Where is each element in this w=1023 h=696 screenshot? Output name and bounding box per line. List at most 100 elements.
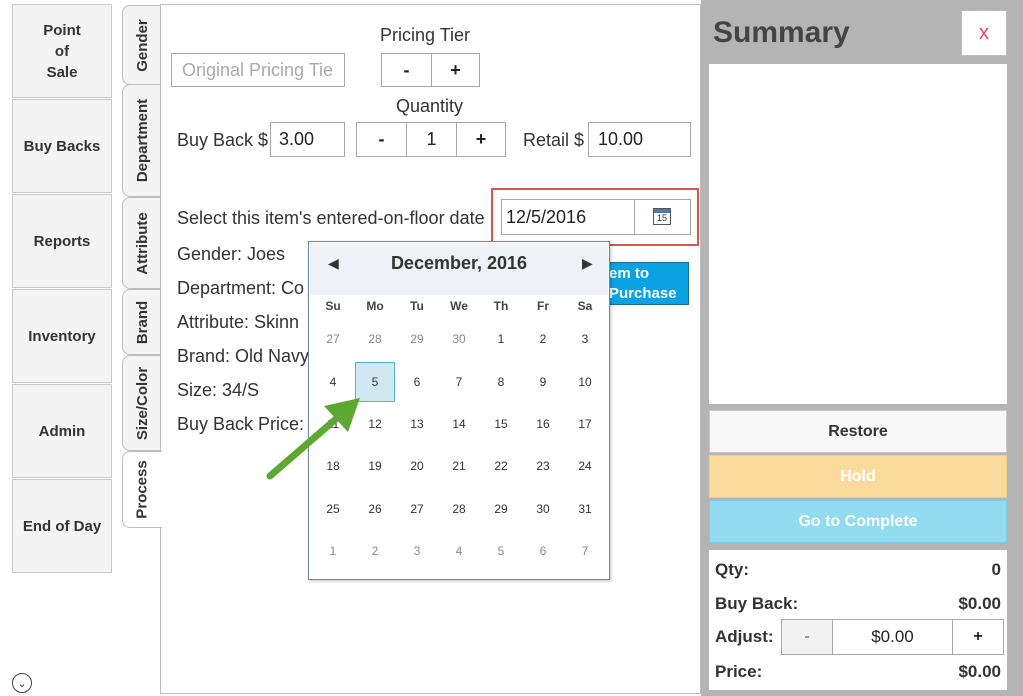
nav-reports[interactable]: Reports <box>12 194 112 288</box>
calendar-day[interactable]: 23 <box>522 445 564 487</box>
calendar-day[interactable]: 14 <box>438 403 480 445</box>
calendar-day-number: 6 <box>539 544 547 559</box>
calendar-day[interactable]: 26 <box>354 488 396 530</box>
calendar-day[interactable]: 29 <box>480 488 522 530</box>
calendar-day-number: 24 <box>578 459 592 474</box>
tab-attribute[interactable]: Attribute <box>122 197 162 289</box>
nav-inventory[interactable]: Inventory <box>12 289 112 383</box>
go-to-complete-button[interactable]: Go to Complete <box>709 500 1007 543</box>
calendar-day[interactable]: 24 <box>564 445 606 487</box>
tab-brand[interactable]: Brand <box>122 289 162 355</box>
quantity-input[interactable]: 1 <box>406 122 457 157</box>
calendar-day-number: 3 <box>413 544 421 559</box>
calendar-day[interactable]: 27 <box>396 488 438 530</box>
calendar-day[interactable]: 3 <box>396 530 438 572</box>
tab-size-color[interactable]: Size/Color <box>122 355 162 451</box>
quantity-plus-button[interactable]: + <box>456 122 506 157</box>
tab-gender[interactable]: Gender <box>122 5 162 85</box>
calendar-day[interactable]: 13 <box>396 403 438 445</box>
calendar-day[interactable]: 21 <box>438 445 480 487</box>
buyback-total-value: $0.00 <box>958 594 1001 613</box>
weekday-label: Su <box>325 299 341 313</box>
calendar-day-number: 20 <box>410 459 424 474</box>
calendar-day[interactable]: 30 <box>522 488 564 530</box>
calendar-day-number: 5 <box>497 544 505 559</box>
chevron-down-icon[interactable]: ⌄ <box>12 673 32 693</box>
calendar-day-number: 7 <box>581 544 589 559</box>
calendar-day[interactable]: 1 <box>480 318 522 360</box>
left-nav: Point of Sale Buy Backs Reports Inventor… <box>0 0 116 696</box>
pricing-tier-plus-button[interactable]: + <box>431 53 480 87</box>
tab-label: Brand <box>134 300 151 344</box>
attribute-detail: Attribute: Skinn <box>177 312 300 332</box>
quantity-value: 1 <box>426 129 437 149</box>
calendar-day-number: 4 <box>329 374 337 389</box>
calendar-day-number: 21 <box>452 459 466 474</box>
size-detail: Size: 34/S <box>177 380 260 400</box>
adjust-value: $0.00 <box>871 627 914 646</box>
calendar-day[interactable]: 2 <box>354 530 396 572</box>
buyback-value: 3.00 <box>279 129 315 149</box>
quantity-minus-button[interactable]: - <box>356 122 407 157</box>
calendar-day-number: 3 <box>581 332 589 347</box>
calendar-day[interactable]: 7 <box>564 530 606 572</box>
calendar-day[interactable]: 7 <box>438 360 480 402</box>
calendar-day[interactable]: 28 <box>354 318 396 360</box>
retail-input[interactable]: 10.00 <box>588 122 691 157</box>
nav-label: Admin <box>38 422 86 440</box>
adjust-plus-button[interactable]: + <box>952 619 1004 655</box>
calendar-day[interactable]: 4 <box>438 530 480 572</box>
add-button-line2: Purchase <box>609 285 677 302</box>
calendar-day[interactable]: 8 <box>480 360 522 402</box>
add-item-to-purchase-button[interactable]: em to Purchase <box>600 262 689 305</box>
nav-label: Point of Sale <box>43 21 81 81</box>
calendar-day[interactable]: 6 <box>522 530 564 572</box>
calendar-day[interactable]: 3 <box>564 318 606 360</box>
calendar-day[interactable]: 30 <box>438 318 480 360</box>
qty-row: Qty: 0 <box>715 560 1001 580</box>
calendar-day-number: 7 <box>455 374 463 389</box>
hold-button[interactable]: Hold <box>709 455 1007 498</box>
restore-button[interactable]: Restore <box>709 410 1007 453</box>
nav-admin[interactable]: Admin <box>12 384 112 478</box>
close-summary-button[interactable]: x <box>961 10 1007 56</box>
calendar-day-number: 4 <box>455 544 463 559</box>
calendar-day[interactable]: 22 <box>480 445 522 487</box>
calendar-day[interactable]: 17 <box>564 403 606 445</box>
buyback-row: Buy Back: $0.00 <box>715 594 1001 614</box>
calendar-day-number: 29 <box>494 501 508 516</box>
buyback-input[interactable]: 3.00 <box>270 122 345 157</box>
calendar-day-number: 23 <box>536 459 550 474</box>
nav-label: Buy Backs <box>23 137 101 155</box>
tab-label: Size/Color <box>134 366 152 440</box>
calendar-day[interactable]: 27 <box>312 318 354 360</box>
calendar-day[interactable]: 16 <box>522 403 564 445</box>
nav-end-of-day[interactable]: End of Day <box>12 479 112 573</box>
original-pricing-tier-input[interactable]: Original Pricing Tie <box>171 53 345 87</box>
retail-value: 10.00 <box>598 129 644 149</box>
calendar-day[interactable]: 2 <box>522 318 564 360</box>
tab-process[interactable]: Process <box>122 451 162 528</box>
calendar-day[interactable]: 1 <box>312 530 354 572</box>
nav-point-of-sale[interactable]: Point of Sale <box>12 4 112 98</box>
calendar-day[interactable]: 9 <box>522 360 564 402</box>
calendar-next-icon[interactable]: ▶ <box>582 255 593 272</box>
calendar-day[interactable]: 28 <box>438 488 480 530</box>
calendar-day[interactable]: 15 <box>480 403 522 445</box>
calendar-day[interactable]: 6 <box>396 360 438 402</box>
buyback-total-label: Buy Back: <box>715 594 799 613</box>
calendar-day[interactable]: 25 <box>312 488 354 530</box>
pricing-tier-minus-button[interactable]: - <box>381 53 432 87</box>
calendar-day[interactable]: 5 <box>480 530 522 572</box>
calendar-day[interactable]: 31 <box>564 488 606 530</box>
adjust-input[interactable]: $0.00 <box>832 619 953 655</box>
tab-department[interactable]: Department <box>122 84 162 197</box>
nav-buy-backs[interactable]: Buy Backs <box>12 99 112 193</box>
calendar-week-row: 1 2 3 4 5 6 7 <box>312 530 606 572</box>
tab-label: Attribute <box>134 211 151 275</box>
calendar-day[interactable]: 20 <box>396 445 438 487</box>
adjust-minus-button[interactable]: - <box>781 619 833 655</box>
original-pricing-tier-placeholder: Original Pricing Tie <box>182 59 334 80</box>
calendar-day[interactable]: 29 <box>396 318 438 360</box>
calendar-day[interactable]: 10 <box>564 360 606 402</box>
